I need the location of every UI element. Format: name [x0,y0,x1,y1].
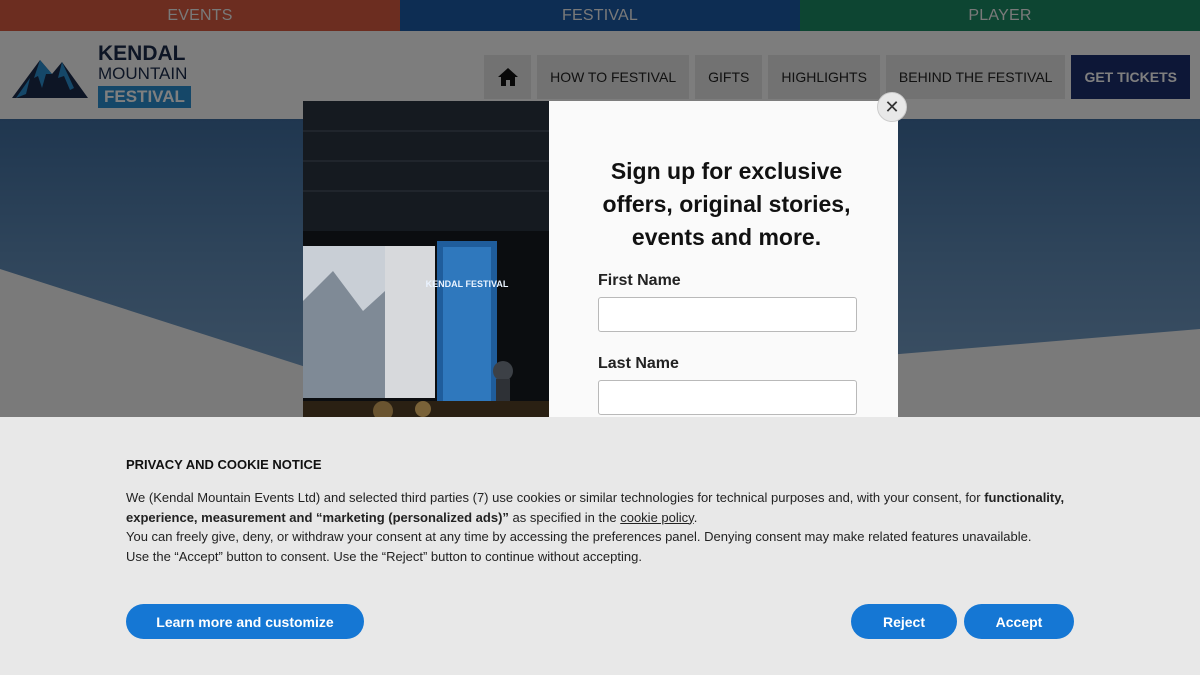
cookie-p1-end: . [693,509,698,525]
cookie-body: We (Kendal Mountain Events Ltd) and sele… [126,488,1076,566]
close-modal-button[interactable]: ✕ [877,92,907,122]
event-stage-photo: KENDAL FESTIVAL [303,101,549,421]
banner-text: KENDAL FESTIVAL [426,279,509,289]
reject-button[interactable]: Reject [851,604,957,639]
signup-form: Sign up for exclusive offers, original s… [549,101,898,421]
cookie-title: PRIVACY AND COOKIE NOTICE [126,457,322,472]
signup-heading: Sign up for exclusive offers, original s… [602,158,851,250]
cookie-paragraph-2: You can freely give, deny, or withdraw y… [126,529,1032,544]
stage-illustration: KENDAL FESTIVAL [303,101,549,421]
signup-modal: KENDAL FESTIVAL Sign up for exclusive of… [303,101,898,421]
last-name-field[interactable] [598,380,857,415]
learn-more-button[interactable]: Learn more and customize [126,604,364,639]
cookie-p1-start: We (Kendal Mountain Events Ltd) and sele… [126,490,985,505]
last-name-label: Last Name [598,355,679,372]
accept-button[interactable]: Accept [964,604,1074,639]
cookie-banner: PRIVACY AND COOKIE NOTICE We (Kendal Mou… [0,417,1200,675]
close-icon: ✕ [884,96,900,117]
first-name-field[interactable] [598,297,857,332]
cookie-p1-mid: as specified in the [508,509,621,525]
cookie-policy-link[interactable]: cookie policy [620,510,693,525]
cookie-paragraph-1: We (Kendal Mountain Events Ltd) and sele… [126,488,1076,527]
cookie-paragraph-3: Use the “Accept” button to consent. Use … [126,548,642,564]
first-name-label: First Name [598,272,681,289]
